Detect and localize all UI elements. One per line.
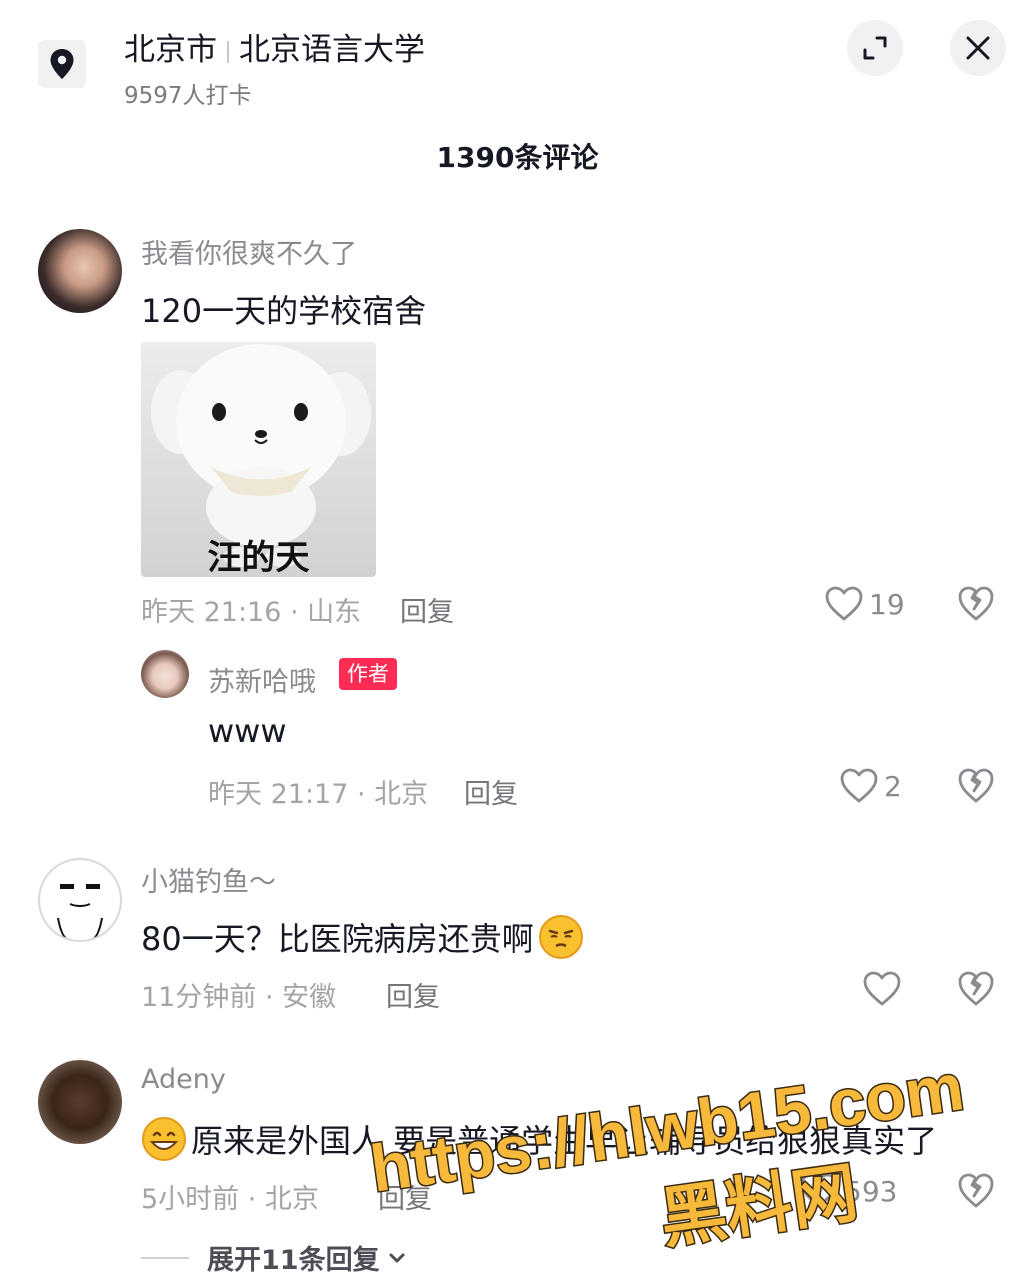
comment-username[interactable]: 我看你很爽不久了 (141, 232, 357, 271)
place-name: 北京语言大学 (239, 32, 425, 68)
like-count: 2 (884, 769, 902, 803)
dislike-button[interactable] (958, 1173, 994, 1213)
comment-text-content: 80一天？比医院病房还贵啊 (141, 920, 534, 958)
expand-icon (863, 36, 887, 60)
location-pin-icon[interactable] (38, 40, 86, 88)
reply-button[interactable]: 回复 (400, 590, 454, 629)
comments-count-title: 1390条评论 (436, 141, 599, 174)
comment-meta: 5小时前 · 北京 (141, 1184, 319, 1215)
reply-text: www (208, 712, 287, 750)
heart-icon (863, 971, 901, 1006)
chevron-down-icon (389, 1253, 405, 1262)
close-icon (966, 36, 990, 60)
location-title[interactable]: 北京市 北京语言大学 (124, 24, 425, 69)
reply-button[interactable]: 回复 (378, 1177, 432, 1216)
avatar[interactable] (38, 229, 122, 313)
comment-meta: 昨天 21:16 · 山东 (141, 597, 362, 628)
reply-button[interactable]: 回复 (464, 772, 518, 811)
broken-heart-icon (958, 971, 994, 1006)
avatar[interactable] (38, 858, 122, 942)
comment-text: 原来是外国人 要是普通学生早让辅导员给狠狠真实了 (141, 1116, 937, 1162)
comment-text-content: 原来是外国人 要是普通学生早让辅导员给狠狠真实了 (191, 1122, 938, 1160)
reply-button[interactable]: 回复 (386, 975, 440, 1014)
author-badge: 作者 (339, 658, 397, 690)
comment-username[interactable]: Adeny (141, 1064, 226, 1095)
like-button[interactable]: 2 (840, 768, 902, 804)
comment-username[interactable]: 小猫钓鱼～ (141, 860, 276, 899)
heart-icon (840, 768, 878, 803)
city-name: 北京市 (124, 32, 217, 68)
checkin-count: 9597人打卡 (124, 83, 252, 109)
avatar[interactable] (38, 1060, 122, 1144)
expand-replies-label: 展开11条回复 (207, 1245, 380, 1276)
like-button[interactable]: 593 (800, 1173, 897, 1209)
dislike-button[interactable] (958, 768, 994, 808)
like-button[interactable]: 19 (825, 586, 905, 622)
expand-divider (141, 1256, 189, 1259)
comment-meta: 11分钟前 · 安徽 (141, 982, 337, 1013)
broken-heart-icon (958, 768, 994, 803)
expand-button[interactable] (847, 20, 903, 76)
comment-text: 120一天的学校宿舍 (141, 292, 427, 330)
sticker-caption: 汪的天 (207, 538, 310, 577)
dislike-button[interactable] (958, 971, 994, 1011)
dislike-button[interactable] (958, 586, 994, 626)
meme-face-illustration (57, 884, 103, 940)
broken-heart-icon (958, 586, 994, 621)
comment-sticker-image[interactable]: 汪的天 (141, 342, 376, 577)
broken-heart-icon (958, 1173, 994, 1208)
title-divider (227, 40, 229, 63)
close-button[interactable] (950, 20, 1006, 76)
heart-icon (800, 1173, 838, 1208)
expand-replies-button[interactable]: 展开11条回复 (141, 1238, 408, 1277)
like-count: 19 (869, 587, 905, 621)
like-count: 593 (844, 1174, 898, 1208)
like-button[interactable] (863, 971, 907, 1007)
reply-username[interactable]: 苏新哈哦 (208, 660, 316, 699)
grin-emoji-icon (141, 1116, 187, 1162)
comment-text: 80一天？比医院病房还贵啊 (141, 914, 584, 960)
reply-meta: 昨天 21:17 · 北京 (208, 779, 429, 810)
avatar[interactable] (141, 650, 189, 698)
smirk-emoji-icon (538, 914, 584, 960)
heart-icon (825, 586, 863, 621)
